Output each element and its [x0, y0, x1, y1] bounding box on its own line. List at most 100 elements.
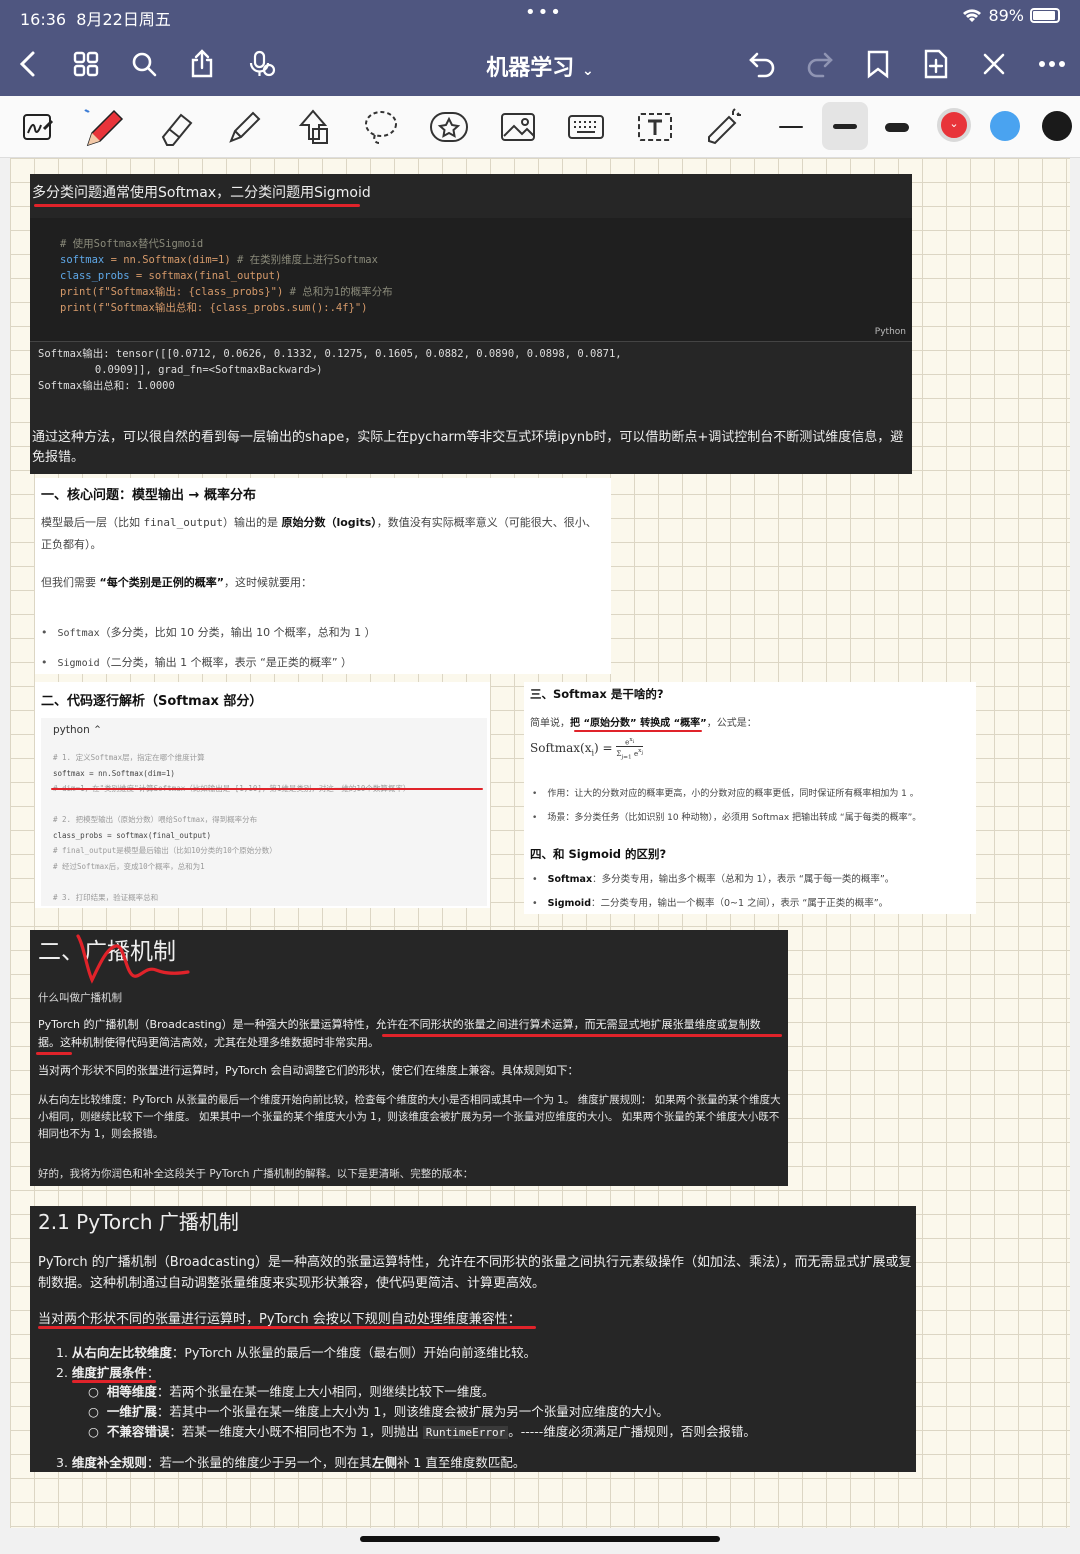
block-title: 多分类问题通常使用Softmax，二分类问题用Sigmoid — [32, 185, 371, 201]
status-bar: 16:36 8月22日周五 ••• 89% — [0, 0, 1080, 32]
sticker-tool-button[interactable] — [426, 104, 472, 150]
sub-rule-list: ○ 相等维度：若两个张量在某一维度上大小相同，则继续比较下一维度。 ○ 一维扩展… — [88, 1382, 756, 1443]
paragraph: 简单说，把 “原始分数” 转换成 “概率”，公式是： — [530, 718, 757, 729]
stroke-width-medium[interactable] — [822, 102, 868, 150]
notebook-title[interactable]: 机器学习 ⌄ — [440, 50, 640, 82]
section-heading: 四、和 Sigmoid 的区别? — [530, 847, 667, 861]
sub-rule-item: ○ 一维扩展：若其中一个张量在某一维度上大小为 1，则该维度会被扩展为另一个张量… — [88, 1404, 669, 1419]
section-heading: 二、代码逐行解析（Softmax 部分） — [41, 694, 263, 709]
code-line: print(f"Softmax输出: {class_probs}") # 总和为… — [60, 286, 393, 298]
drawing-toolbar — [0, 96, 1080, 158]
grid-view-button[interactable] — [66, 44, 106, 84]
redo-button[interactable] — [800, 44, 840, 84]
close-toolbar-button[interactable] — [974, 44, 1014, 84]
code-explain-card[interactable]: 二、代码逐行解析（Softmax 部分） python ⌃ # 1. 定义Sof… — [35, 682, 490, 908]
chevron-down-icon: ⌄ — [581, 63, 594, 79]
color-swatch-black[interactable] — [1042, 111, 1072, 141]
lasso-tool-button[interactable] — [358, 104, 404, 150]
battery-status: 89% — [962, 6, 1060, 25]
close-pen-icon — [983, 53, 1005, 75]
softmax-explain-card[interactable]: 三、Softmax 是干啥的? 简单说，把 “原始分数” 转换成 “概率”，公式… — [524, 682, 976, 914]
add-page-button[interactable] — [916, 44, 956, 84]
list-item: 作用：让大的分数对应的概率更高，小的分数对应的概率更低，同时保证所有概率相加为 … — [532, 782, 921, 806]
more-icon — [1039, 61, 1065, 67]
code-line: # 3. 打印结果，验证概率总和 — [53, 892, 159, 902]
sub-rule-item: ○ 不兼容错误：若某一维度大小既不相同也不为 1，则抛出 RuntimeErro… — [88, 1424, 756, 1439]
code-line: # 2. 把模型输出（原始分数）喂给Softmax，得到概率分布 — [53, 815, 258, 824]
rule-item: 2. 维度扩展条件： — [56, 1365, 160, 1380]
list-item: Sigmoid：二分类专用，输出一个概率（0~1 之间），表示 “属于正类的概率… — [532, 892, 894, 916]
more-button[interactable] — [1032, 44, 1072, 84]
share-button[interactable] — [182, 44, 222, 84]
section-heading: 三、Softmax 是干啥的? — [530, 687, 664, 701]
laser-pointer-button[interactable] — [700, 104, 746, 150]
color-swatch-blue[interactable] — [990, 111, 1020, 141]
paragraph: 当对两个形状不同的张量进行运算时，PyTorch 会自动调整它们的形状，使它们在… — [38, 1064, 579, 1077]
mic-button[interactable] — [242, 44, 282, 84]
pen-icon — [84, 109, 124, 147]
image-icon — [501, 113, 535, 141]
note-page[interactable]: 多分类问题通常使用Softmax，二分类问题用Sigmoid # 使用Softm… — [10, 158, 1070, 1528]
star-sticker-icon — [430, 112, 468, 142]
undo-button[interactable] — [742, 44, 782, 84]
shape-tool-button[interactable] — [290, 104, 336, 150]
stroke-width-thin[interactable] — [768, 104, 814, 150]
section-heading: 2.1 PyTorch 广播机制 — [38, 1210, 239, 1234]
stroke-width-thick[interactable] — [874, 104, 920, 150]
pen-tool-button[interactable] — [82, 104, 128, 150]
code-line: # final_output是模型最后输出（比如10分类的10个原始分数） — [53, 846, 277, 855]
section-heading: 一、核心问题：模型输出 → 概率分布 — [41, 488, 256, 503]
chevron-left-icon — [19, 51, 35, 77]
text-tool-button[interactable] — [632, 104, 678, 150]
code-line: print(f"Softmax输出总和: {class_probs.sum():… — [60, 302, 368, 314]
eraser-icon — [161, 113, 193, 146]
search-button[interactable] — [124, 44, 164, 84]
sub-heading: 什么叫做广播机制 — [38, 992, 122, 1004]
list-item: Softmax：多分类专用，输出多个概率（总和为 1），表示 “属于每一类的概率… — [532, 868, 895, 892]
pasted-code-block[interactable]: 多分类问题通常使用Softmax，二分类问题用Sigmoid # 使用Softm… — [30, 174, 912, 474]
handwriting-mode-button[interactable] — [16, 104, 62, 150]
back-button[interactable] — [8, 44, 48, 84]
bullet-list: Softmax：多分类专用，输出多个概率（总和为 1），表示 “属于每一类的概率… — [532, 868, 895, 916]
list-item: 场景：多分类任务（比如识别 10 种动物），必须用 Softmax 把输出转成 … — [532, 806, 921, 830]
list-item: Softmax（多分类，比如 10 分类，输出 10 个概率，总和为 1 ） — [41, 618, 376, 648]
code-cell: # 使用Softmax替代Sigmoid softmax = nn.Softma… — [30, 218, 912, 342]
paragraph: 但我们需要 “每个类别是正例的概率”，这时候就要用： — [41, 576, 312, 589]
eraser-tool-button[interactable] — [152, 104, 198, 150]
list-item: Sigmoid（二分类，输出 1 个概率，表示 “是正类的概率” ） — [41, 648, 376, 678]
code-line: softmax = nn.Softmax(dim=1) # 在类别维度上进行So… — [60, 254, 378, 266]
highlighter-tool-button[interactable] — [220, 104, 266, 150]
share-icon — [191, 49, 213, 78]
shapes-icon — [298, 109, 328, 144]
sub-rule-item: ○ 相等维度：若两个张量在某一维度上大小相同，则继续比较下一维度。 — [88, 1384, 495, 1399]
wifi-icon — [963, 8, 982, 22]
rule-item: 1. 从右向左比较维度：PyTorch 从张量的最后一个维度（最右侧）开始向前逐… — [56, 1345, 537, 1360]
battery-percent: 89% — [988, 6, 1024, 25]
code-line: class_probs = softmax(final_output) — [60, 270, 282, 282]
undo-icon — [749, 52, 775, 78]
code-line: softmax = nn.Softmax(dim=1) — [53, 768, 175, 778]
image-tool-button[interactable] — [495, 104, 541, 150]
block-paragraph: 通过这种方法，可以很自然的看到每一层输出的shape，实际上在pycharm等非… — [32, 430, 904, 465]
core-problem-card[interactable]: 一、核心问题：模型输出 → 概率分布 模型最后一层（比如 final_outpu… — [35, 478, 611, 674]
broadcast-rules-block[interactable]: 2.1 PyTorch 广播机制 PyTorch 的广播机制（Broadcast… — [30, 1206, 916, 1472]
lasso-icon — [365, 111, 397, 144]
keyboard-icon — [568, 115, 604, 139]
broadcast-intro-block[interactable]: 二、广播机制 什么叫做广播机制 PyTorch 的广播机制（Broadcasti… — [30, 930, 788, 1186]
multitask-dots-icon[interactable]: ••• — [525, 2, 563, 23]
keyboard-tool-button[interactable] — [563, 104, 609, 150]
paragraph: 当对两个形状不同的张量进行运算时，PyTorch 会按以下规则自动处理维度兼容性… — [38, 1312, 521, 1327]
paragraph: 好的，我将为你润色和补全这段关于 PyTorch 广播机制的解释。以下是更清晰、… — [38, 1168, 474, 1180]
bullet-list: Softmax（多分类，比如 10 分类，输出 10 个概率，总和为 1 ） S… — [41, 618, 376, 678]
home-indicator[interactable] — [360, 1536, 720, 1542]
grid-icon — [73, 51, 99, 77]
handwriting-icon — [23, 114, 54, 140]
color-swatch-red[interactable]: ⌄ — [937, 108, 971, 142]
code-snippet: python ⌃ # 1. 定义Softmax层，指定在哪个维度计算 softma… — [41, 718, 487, 906]
bookmark-button[interactable] — [858, 44, 898, 84]
code-language-label: Python — [874, 327, 906, 337]
nav-bar: 机器学习 ⌄ — [0, 32, 1080, 96]
language-toggle[interactable]: python ⌃ — [53, 724, 102, 736]
